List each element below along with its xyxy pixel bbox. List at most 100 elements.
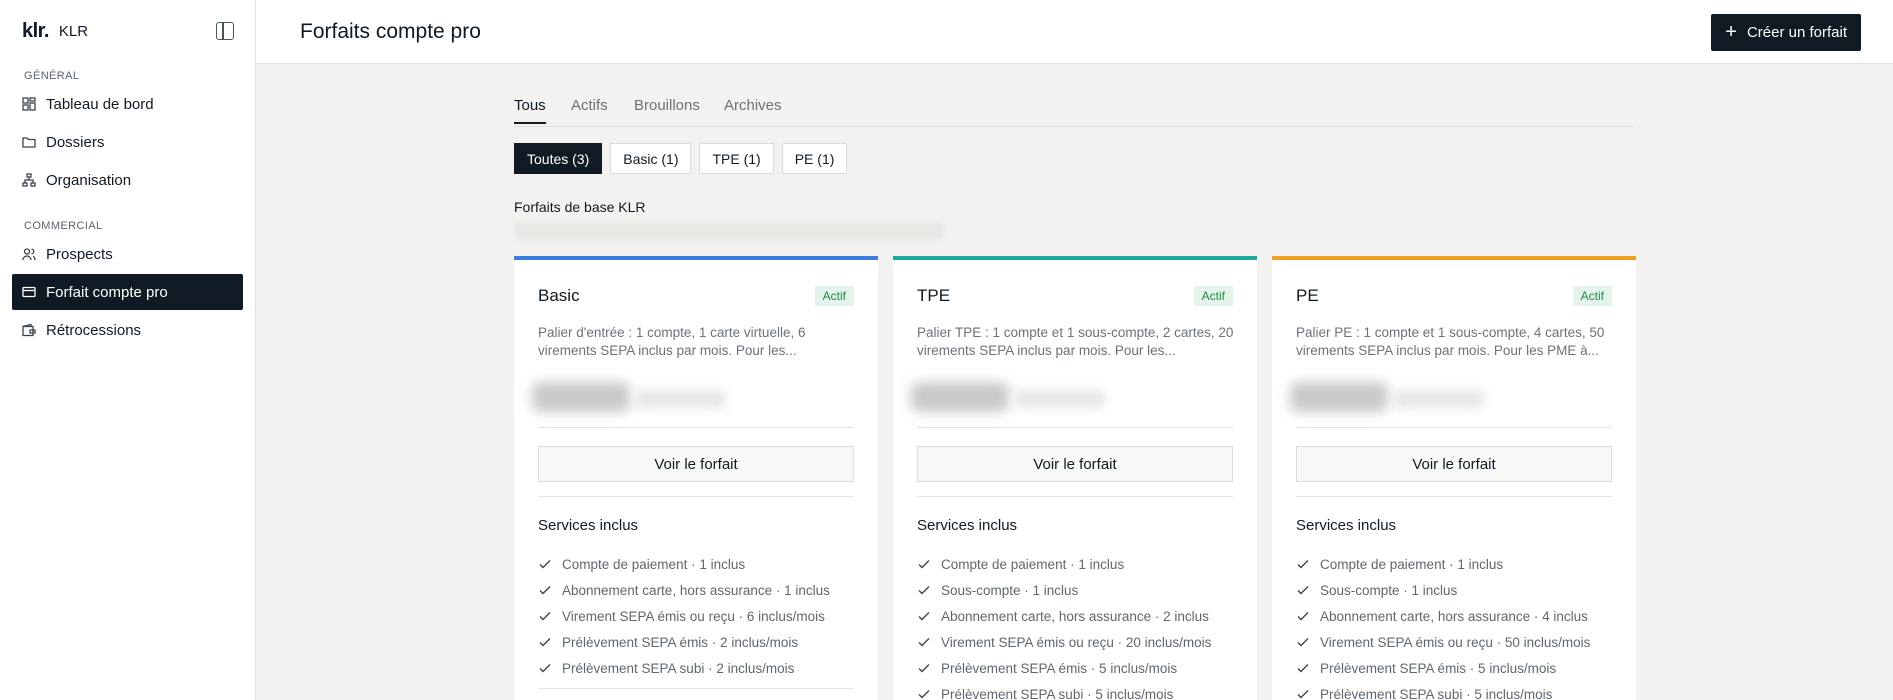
- sidebar-item-label: Forfait compte pro: [46, 283, 168, 301]
- sidebar-item-organisation[interactable]: Organisation: [12, 162, 243, 198]
- status-badge: Actif: [1193, 286, 1233, 306]
- service-item: Abonnement carte, hors assurance · 1 inc…: [538, 577, 830, 603]
- service-item: Virement SEPA émis ou reçu · 6 inclus/mo…: [538, 603, 830, 629]
- tab-tous[interactable]: Tous: [514, 97, 546, 124]
- check-icon: [1297, 560, 1309, 569]
- divider: [538, 427, 854, 428]
- tab-actifs[interactable]: Actifs: [571, 97, 608, 122]
- tab-archives[interactable]: Archives: [724, 97, 782, 122]
- services-list: Compte de paiement · 1 inclus Sous-compt…: [917, 551, 1211, 700]
- create-plan-label: Créer un forfait: [1746, 24, 1847, 41]
- service-item: Prélèvement SEPA subi · 5 inclus/mois: [917, 681, 1211, 700]
- check-icon: [1297, 612, 1309, 621]
- sidebar-item-label: Prospects: [46, 245, 113, 263]
- card-accent-bar: [1272, 256, 1636, 260]
- sidebar-item-dossiers[interactable]: Dossiers: [12, 124, 243, 160]
- service-item: Compte de paiement · 1 inclus: [1296, 551, 1590, 577]
- section-label-commercial: COMMERCIAL: [24, 220, 103, 232]
- check-icon: [918, 586, 930, 595]
- section-label-general: GÉNÉRAL: [24, 70, 80, 82]
- service-item: Compte de paiement · 1 inclus: [538, 551, 830, 577]
- dashboard-icon: [22, 97, 36, 111]
- check-icon: [918, 664, 930, 673]
- check-icon: [539, 560, 551, 569]
- services-list: Compte de paiement · 1 inclus Abonnement…: [538, 551, 830, 681]
- tab-brouillons[interactable]: Brouillons: [634, 97, 700, 122]
- folder-icon: [22, 135, 36, 149]
- divider: [1296, 427, 1612, 428]
- group-title: Forfaits de base KLR: [514, 199, 646, 215]
- card-description: Palier d'entrée : 1 compte, 1 carte virt…: [538, 325, 806, 358]
- status-tabs: Tous Actifs Brouillons Archives: [514, 95, 1634, 127]
- sidebar-item-label: Tableau de bord: [46, 95, 154, 113]
- service-item: Virement SEPA émis ou reçu · 50 inclus/m…: [1296, 629, 1590, 655]
- check-icon: [918, 612, 930, 621]
- service-item: Prélèvement SEPA émis · 5 inclus/mois: [1296, 655, 1590, 681]
- org-chart-icon: [22, 173, 36, 187]
- sidebar-item-label: Dossiers: [46, 133, 105, 151]
- services-title: Services inclus: [917, 517, 1018, 534]
- check-icon: [1297, 638, 1309, 647]
- service-item: Compte de paiement · 1 inclus: [917, 551, 1211, 577]
- sidebar-item-tableau-de-bord[interactable]: Tableau de bord: [12, 86, 243, 122]
- check-icon: [918, 560, 930, 569]
- sidebar-item-label: Organisation: [46, 171, 132, 189]
- check-icon: [1297, 586, 1309, 595]
- filter-chips: Toutes (3) Basic (1) TPE (1) PE (1): [514, 143, 848, 174]
- filter-chip-pe[interactable]: PE (1): [781, 143, 848, 174]
- sidebar-toggle-icon[interactable]: [216, 22, 234, 40]
- service-item: Sous-compte · 1 inclus: [917, 577, 1211, 603]
- sidebar-item-forfait-compte-pro[interactable]: Forfait compte pro: [12, 274, 243, 310]
- sidebar-item-retrocessions[interactable]: Rétrocessions: [12, 312, 243, 348]
- filter-chip-toutes[interactable]: Toutes (3): [514, 143, 603, 174]
- services-list: Compte de paiement · 1 inclus Sous-compt…: [1296, 551, 1590, 700]
- divider: [917, 496, 1233, 497]
- redacted-price: [911, 378, 1121, 416]
- services-title: Services inclus: [538, 517, 639, 534]
- card-accent-bar: [893, 256, 1257, 260]
- check-icon: [539, 664, 551, 673]
- users-icon: [22, 247, 36, 261]
- check-icon: [918, 690, 930, 699]
- service-item: Prélèvement SEPA émis · 5 inclus/mois: [917, 655, 1211, 681]
- service-item: Abonnement carte, hors assurance · 4 inc…: [1296, 603, 1590, 629]
- redacted-price: [1290, 378, 1500, 416]
- filter-chip-tpe[interactable]: TPE (1): [699, 143, 774, 174]
- plan-card-pe: PE Actif Palier PE : 1 compte et 1 sous-…: [1272, 256, 1636, 700]
- view-plan-button[interactable]: Voir le forfait: [1296, 446, 1612, 482]
- service-item: Virement SEPA émis ou reçu · 20 inclus/m…: [917, 629, 1211, 655]
- check-icon: [539, 612, 551, 621]
- service-item: Prélèvement SEPA émis · 2 inclus/mois: [538, 629, 830, 655]
- brand-logo: klr.: [22, 20, 49, 42]
- redacted-subtitle: [514, 222, 944, 240]
- credit-card-icon: [22, 285, 36, 299]
- card-accent-bar: [514, 256, 878, 260]
- create-plan-button[interactable]: + Créer un forfait: [1711, 14, 1861, 51]
- divider: [1296, 496, 1612, 497]
- service-item: Prélèvement SEPA subi · 5 inclus/mois: [1296, 681, 1590, 700]
- divider: [917, 427, 1233, 428]
- brand[interactable]: klr. KLR: [22, 20, 88, 43]
- service-item: Prélèvement SEPA subi · 2 inclus/mois: [538, 655, 830, 681]
- filter-chip-basic[interactable]: Basic (1): [610, 143, 692, 174]
- sidebar: klr. KLR GÉNÉRAL Tableau de bord Dossier…: [0, 0, 256, 700]
- status-badge: Actif: [814, 286, 854, 306]
- check-icon: [918, 638, 930, 647]
- services-title: Services inclus: [1296, 517, 1397, 534]
- redacted-price: [532, 378, 742, 416]
- service-item: Abonnement carte, hors assurance · 2 inc…: [917, 603, 1211, 629]
- status-badge: Actif: [1572, 286, 1612, 306]
- view-plan-button[interactable]: Voir le forfait: [917, 446, 1233, 482]
- wallet-icon: [22, 323, 36, 337]
- check-icon: [1297, 664, 1309, 673]
- plan-card-tpe: TPE Actif Palier TPE : 1 compte et 1 sou…: [893, 256, 1257, 700]
- plan-card-basic: Basic Actif Palier d'entrée : 1 compte, …: [514, 256, 878, 700]
- view-plan-button[interactable]: Voir le forfait: [538, 446, 854, 482]
- sidebar-item-prospects[interactable]: Prospects: [12, 236, 243, 272]
- check-icon: [1297, 690, 1309, 699]
- card-title: TPE: [917, 286, 951, 305]
- plus-icon: +: [1725, 20, 1737, 43]
- page-title: Forfaits compte pro: [300, 20, 481, 43]
- divider: [538, 496, 854, 497]
- check-icon: [539, 586, 551, 595]
